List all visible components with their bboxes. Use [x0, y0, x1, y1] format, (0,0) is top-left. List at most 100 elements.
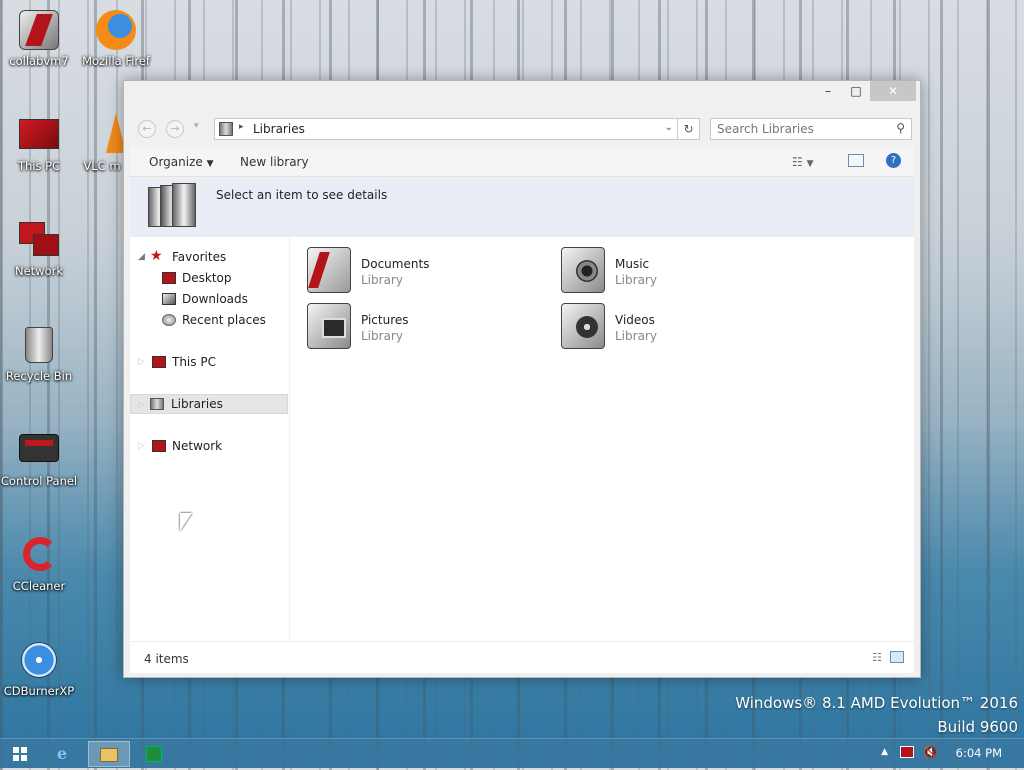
desktop-icon-label: CDBurnerXP [3, 684, 75, 698]
music-library-icon [561, 247, 605, 293]
windows-logo-icon [13, 747, 27, 761]
computer-icon [152, 356, 166, 368]
watermark-build: Build 9600 [937, 718, 1018, 736]
nav-favorites[interactable]: ◢ ★ Favorites [130, 247, 288, 267]
details-view-icon[interactable]: ☷ [872, 651, 882, 664]
close-button[interactable]: ✕ [870, 81, 916, 101]
desktop-icon-ccleaner[interactable]: CCleaner [0, 533, 78, 593]
library-name: Pictures [361, 313, 409, 327]
large-icons-view-icon[interactable] [890, 651, 904, 663]
volume-muted-icon[interactable]: 🔇 [923, 745, 938, 759]
collapsed-chevron-icon[interactable]: ▷ [138, 352, 145, 372]
library-music[interactable]: Music Library [561, 247, 791, 297]
network-status-icon[interactable] [900, 746, 914, 758]
command-bar: Organize ▼ New library ☷ ▼ ? [130, 147, 914, 177]
library-type: Library [615, 329, 657, 343]
refresh-icon[interactable]: ↻ [677, 119, 699, 139]
taskbar-internet-explorer[interactable]: e [42, 741, 82, 767]
library-name: Music [615, 257, 650, 271]
nav-label: Favorites [172, 250, 227, 264]
library-videos[interactable]: Videos Library [561, 303, 791, 353]
network-icon [17, 218, 61, 262]
nav-label: Recent places [182, 313, 266, 327]
view-options-button[interactable]: ☷ ▼ [792, 155, 814, 169]
desktop-icon [162, 272, 176, 284]
library-type: Library [361, 329, 403, 343]
network-icon [152, 440, 166, 452]
title-bar[interactable]: – □ ✕ [124, 81, 920, 103]
nav-libraries[interactable]: ▷ Libraries [130, 394, 288, 414]
address-row: ← → ▾ ▸ Libraries ⌄ ↻ Search Libraries ⚲ [130, 117, 914, 141]
libraries-large-icon [148, 183, 198, 231]
address-dropdown-icon[interactable]: ⌄ [665, 122, 673, 133]
new-library-button[interactable]: New library [240, 155, 309, 169]
status-bar: 4 items ☷ [130, 641, 914, 673]
nav-network[interactable]: ▷ Network [130, 436, 288, 456]
nav-label: Libraries [171, 397, 223, 411]
forward-button[interactable]: → [166, 120, 184, 138]
desktop-icon-cdburnerxp[interactable]: CDBurnerXP [0, 638, 78, 698]
desktop-icon-label: This PC [17, 159, 61, 173]
details-pane: Select an item to see details [130, 179, 914, 237]
search-icon[interactable]: ⚲ [896, 121, 905, 135]
internet-explorer-icon: e [56, 744, 68, 763]
recycle-bin-icon [17, 323, 61, 367]
minimize-button[interactable]: – [814, 81, 842, 101]
view-dropdown-icon: ▼ [806, 159, 814, 169]
breadcrumb-chevron-icon: ▸ [239, 122, 244, 132]
view-details-icon: ☷ [792, 155, 803, 169]
os-watermark: Windows® 8.1 AMD Evolution™ 2016 Build 9… [735, 694, 1018, 736]
show-hidden-icons-icon[interactable]: ▲ [881, 747, 888, 757]
videos-library-icon [561, 303, 605, 349]
details-message: Select an item to see details [216, 188, 388, 202]
expanded-chevron-icon[interactable]: ◢ [138, 247, 145, 267]
library-pictures[interactable]: Pictures Library [307, 303, 537, 353]
recent-places-icon [162, 314, 176, 326]
help-icon[interactable]: ? [886, 153, 901, 168]
collapsed-chevron-icon[interactable]: ▷ [138, 436, 145, 456]
desktop-icon-firefox[interactable]: Mozilla Firef [77, 8, 155, 68]
nav-recent-places[interactable]: Recent places [130, 310, 288, 330]
nav-label: Desktop [182, 271, 232, 285]
recent-locations-chevron-icon[interactable]: ▾ [194, 121, 199, 131]
folder-icon [100, 748, 118, 762]
firefox-icon [94, 8, 138, 52]
desktop-icon-recycle-bin[interactable]: Recycle Bin [0, 323, 78, 383]
back-button[interactable]: ← [138, 120, 156, 138]
start-button[interactable] [0, 741, 40, 767]
mouse-cursor-icon [180, 513, 192, 531]
collabvm-icon [17, 8, 61, 52]
taskbar-file-explorer[interactable] [88, 741, 130, 767]
watermark-edition: Windows® 8.1 AMD Evolution™ 2016 [735, 694, 1018, 712]
nav-downloads[interactable]: Downloads [130, 289, 288, 309]
breadcrumb-libraries[interactable]: Libraries [253, 122, 305, 136]
library-type: Library [615, 273, 657, 287]
item-count: 4 items [144, 652, 189, 666]
desktop-icon-collabvm[interactable]: collabvm7 [0, 8, 78, 68]
maximize-button[interactable]: □ [842, 81, 870, 101]
desktop-icon-control-panel[interactable]: Control Panel [0, 428, 78, 488]
library-documents[interactable]: Documents Library [307, 247, 537, 297]
nav-label: This PC [172, 355, 216, 369]
nav-this-pc[interactable]: ▷ This PC [130, 352, 288, 372]
content-area: ◢ ★ Favorites Desktop Downloads Recent p… [130, 237, 914, 673]
nav-desktop[interactable]: Desktop [130, 268, 288, 288]
explorer-window: – □ ✕ ← → ▾ ▸ Libraries ⌄ ↻ Search Libra… [123, 80, 921, 678]
desktop-icon-this-pc[interactable]: This PC [0, 113, 78, 173]
pictures-library-icon [307, 303, 351, 349]
nav-label: Downloads [182, 292, 248, 306]
taskbar-store[interactable] [134, 741, 174, 767]
organize-label: Organize [149, 155, 203, 169]
control-panel-icon [17, 428, 61, 472]
address-bar[interactable]: ▸ Libraries ⌄ ↻ [214, 118, 700, 140]
desktop-icon-label: Mozilla Firef [82, 54, 150, 68]
organize-button[interactable]: Organize ▼ [149, 155, 214, 169]
documents-library-icon [307, 247, 351, 293]
search-input[interactable]: Search Libraries [717, 122, 814, 136]
preview-pane-icon[interactable] [848, 154, 864, 167]
star-icon: ★ [150, 248, 163, 264]
collapsed-chevron-icon[interactable]: ▷ [138, 395, 145, 415]
clock[interactable]: 6:04 PM [956, 746, 1002, 760]
desktop-icon-network[interactable]: Network [0, 218, 78, 278]
search-box[interactable]: Search Libraries ⚲ [710, 118, 912, 140]
